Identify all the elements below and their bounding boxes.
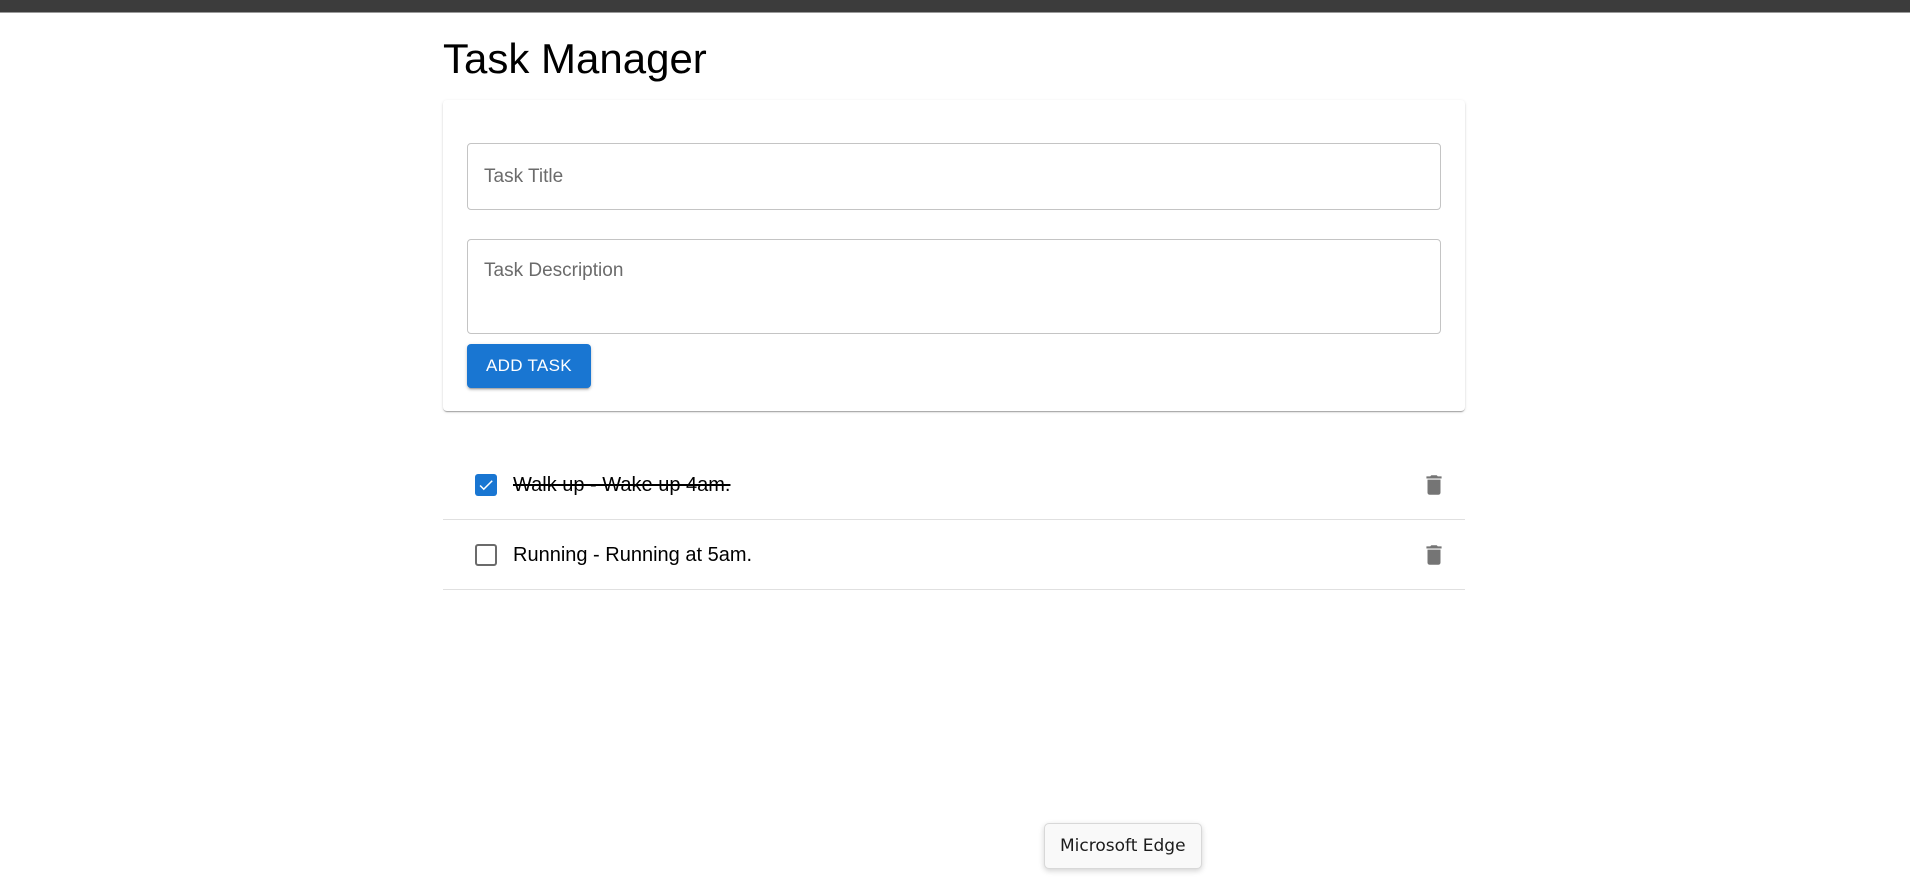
delete-task-button[interactable] (1411, 532, 1457, 578)
task-label: Running - Running at 5am. (513, 544, 753, 566)
task-item: Walk up - Wake up 4am. (443, 450, 1465, 520)
trash-icon (1426, 545, 1442, 565)
trash-icon (1426, 475, 1442, 495)
browser-tooltip: Microsoft Edge (1044, 823, 1202, 869)
task-item: Running - Running at 5am. (443, 520, 1465, 590)
task-title-input[interactable] (467, 143, 1441, 210)
add-task-button[interactable]: ADD TASK (467, 344, 591, 388)
delete-task-button[interactable] (1411, 462, 1457, 508)
task-description-input[interactable] (467, 239, 1441, 334)
task-checkbox-checked[interactable] (475, 474, 497, 496)
task-manager-container: Task Manager ADD TASK Walk up - Wake up … (443, 12, 1465, 590)
task-list: Walk up - Wake up 4am. Running - Running… (443, 450, 1465, 590)
task-label: Walk up - Wake up 4am. (513, 474, 731, 496)
checkmark-icon (479, 480, 493, 491)
task-form-card: ADD TASK (443, 100, 1465, 411)
page-title: Task Manager (443, 35, 707, 82)
task-checkbox-unchecked[interactable] (475, 544, 497, 566)
